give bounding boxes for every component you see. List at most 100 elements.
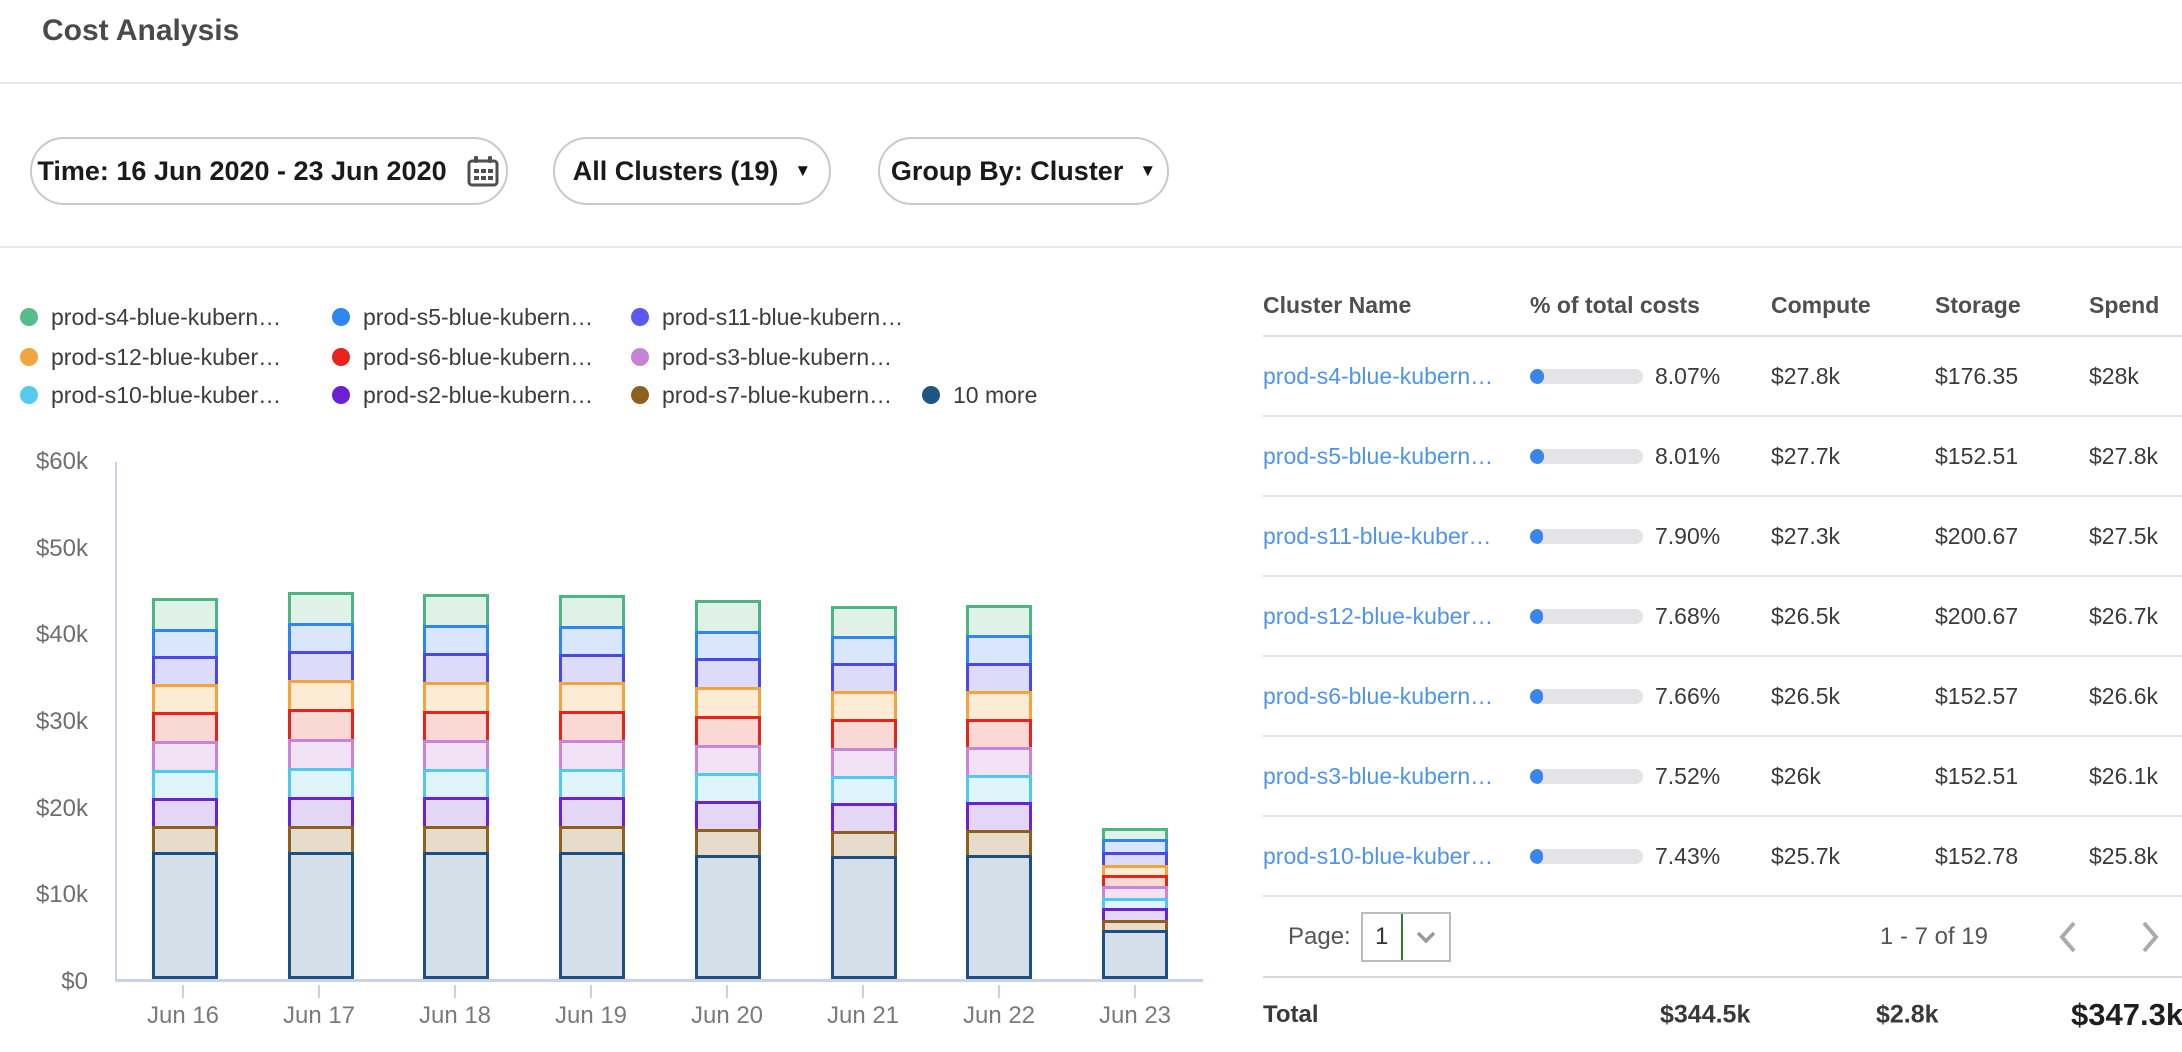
bar-segment[interactable] [966, 802, 1032, 833]
legend-item[interactable]: prod-s2-blue-kubern… [332, 381, 593, 409]
bar-segment[interactable] [966, 605, 1032, 638]
legend-item[interactable]: prod-s4-blue-kubern… [20, 303, 281, 331]
cluster-name-link[interactable]: prod-s5-blue-kubern… [1263, 443, 1493, 469]
bar-segment[interactable] [966, 775, 1032, 805]
legend-item[interactable]: prod-s10-blue-kuber… [20, 381, 281, 409]
bar-segment[interactable] [288, 768, 354, 800]
bar-segment[interactable] [559, 740, 625, 772]
legend-item[interactable]: prod-s3-blue-kubern… [631, 343, 892, 371]
bar-segment[interactable] [831, 691, 897, 722]
bar-segment[interactable] [695, 745, 761, 776]
cluster-name-link[interactable]: prod-s4-blue-kubern… [1263, 363, 1493, 389]
stacked-bar-jun-17[interactable] [288, 592, 354, 979]
bar-segment[interactable] [423, 594, 489, 628]
bar-segment[interactable] [152, 684, 218, 715]
bar-segment[interactable] [288, 592, 354, 626]
bar-segment[interactable] [559, 711, 625, 743]
bar-segment[interactable] [831, 803, 897, 834]
bar-segment[interactable] [966, 830, 1032, 858]
bar-segment[interactable] [288, 797, 354, 829]
bar-segment[interactable] [288, 852, 354, 979]
bar-segment[interactable] [831, 831, 897, 859]
previous-page-button[interactable] [2056, 919, 2080, 955]
bar-segment[interactable] [831, 719, 897, 751]
bar-segment[interactable] [966, 635, 1032, 666]
legend-item[interactable]: prod-s12-blue-kuber… [20, 343, 281, 371]
bar-segment[interactable] [152, 770, 218, 801]
bar-segment[interactable] [831, 748, 897, 779]
stacked-bar-jun-22[interactable] [966, 605, 1032, 979]
stacked-bar-jun-23[interactable] [1102, 828, 1168, 979]
bar-segment[interactable] [966, 719, 1032, 750]
bar-segment[interactable] [152, 712, 218, 744]
bar-segment[interactable] [559, 626, 625, 657]
bar-segment[interactable] [152, 656, 218, 687]
cluster-name-link[interactable]: prod-s11-blue-kuber… [1263, 523, 1491, 549]
page-select[interactable]: 1 [1361, 912, 1451, 962]
bar-segment[interactable] [695, 687, 761, 719]
bar-segment[interactable] [152, 629, 218, 659]
bar-segment[interactable] [152, 826, 218, 855]
stacked-bar-jun-19[interactable] [559, 595, 625, 979]
bar-segment[interactable] [559, 769, 625, 800]
bar-segment[interactable] [423, 625, 489, 656]
bar-segment[interactable] [152, 852, 218, 979]
bar-segment[interactable] [288, 739, 354, 771]
bar-segment[interactable] [695, 855, 761, 979]
bar-segment[interactable] [695, 631, 761, 661]
time-range-filter[interactable]: Time: 16 Jun 2020 - 23 Jun 2020 [30, 137, 508, 205]
bar-segment[interactable] [966, 747, 1032, 778]
bar-segment[interactable] [831, 606, 897, 639]
bar-segment[interactable] [831, 856, 897, 979]
bar-segment[interactable] [966, 691, 1032, 722]
bar-segment[interactable] [423, 769, 489, 800]
cluster-name-link[interactable]: prod-s3-blue-kubern… [1263, 763, 1493, 789]
cluster-name-link[interactable]: prod-s10-blue-kuber… [1263, 843, 1493, 869]
bar-segment[interactable] [288, 651, 354, 683]
stacked-bar-jun-20[interactable] [695, 600, 761, 979]
bar-segment[interactable] [559, 826, 625, 855]
cluster-name-link[interactable]: prod-s6-blue-kubern… [1263, 683, 1493, 709]
bar-segment[interactable] [695, 600, 761, 634]
bar-segment[interactable] [695, 658, 761, 690]
bar-segment[interactable] [152, 741, 218, 773]
bar-segment[interactable] [423, 797, 489, 829]
bar-segment[interactable] [695, 716, 761, 748]
stacked-bar-jun-18[interactable] [423, 594, 489, 979]
bar-segment[interactable] [152, 798, 218, 829]
bar-segment[interactable] [559, 852, 625, 979]
next-page-button[interactable] [2138, 919, 2162, 955]
legend-item[interactable]: 10 more [922, 381, 1037, 409]
bar-segment[interactable] [831, 776, 897, 806]
bar-segment[interactable] [695, 773, 761, 804]
bar-segment[interactable] [288, 623, 354, 654]
bar-segment[interactable] [288, 826, 354, 855]
bar-segment[interactable] [559, 797, 625, 829]
stacked-bar-jun-21[interactable] [831, 606, 897, 979]
stacked-bar-jun-16[interactable] [152, 598, 218, 979]
bar-segment[interactable] [966, 663, 1032, 694]
legend-item[interactable]: prod-s7-blue-kubern… [631, 381, 892, 409]
bar-segment[interactable] [966, 855, 1032, 979]
bar-segment[interactable] [423, 682, 489, 714]
bar-segment[interactable] [423, 711, 489, 743]
legend-item[interactable]: prod-s5-blue-kubern… [332, 303, 593, 331]
bar-segment[interactable] [423, 740, 489, 772]
bar-segment[interactable] [559, 654, 625, 685]
legend-item[interactable]: prod-s11-blue-kubern… [631, 303, 903, 331]
bar-segment[interactable] [831, 636, 897, 666]
bar-segment[interactable] [831, 663, 897, 694]
cluster-name-link[interactable]: prod-s12-blue-kuber… [1263, 603, 1493, 629]
bar-segment[interactable] [559, 682, 625, 714]
bar-segment[interactable] [695, 829, 761, 858]
bar-segment[interactable] [423, 852, 489, 979]
bar-segment[interactable] [152, 598, 218, 632]
bar-segment[interactable] [288, 680, 354, 712]
bar-segment[interactable] [423, 826, 489, 855]
bar-segment[interactable] [559, 595, 625, 629]
bar-segment[interactable] [1102, 930, 1168, 979]
clusters-filter-dropdown[interactable]: All Clusters (19) ▼ [553, 137, 831, 205]
bar-segment[interactable] [695, 801, 761, 832]
group-by-dropdown[interactable]: Group By: Cluster ▼ [878, 137, 1169, 205]
legend-item[interactable]: prod-s6-blue-kubern… [332, 343, 593, 371]
